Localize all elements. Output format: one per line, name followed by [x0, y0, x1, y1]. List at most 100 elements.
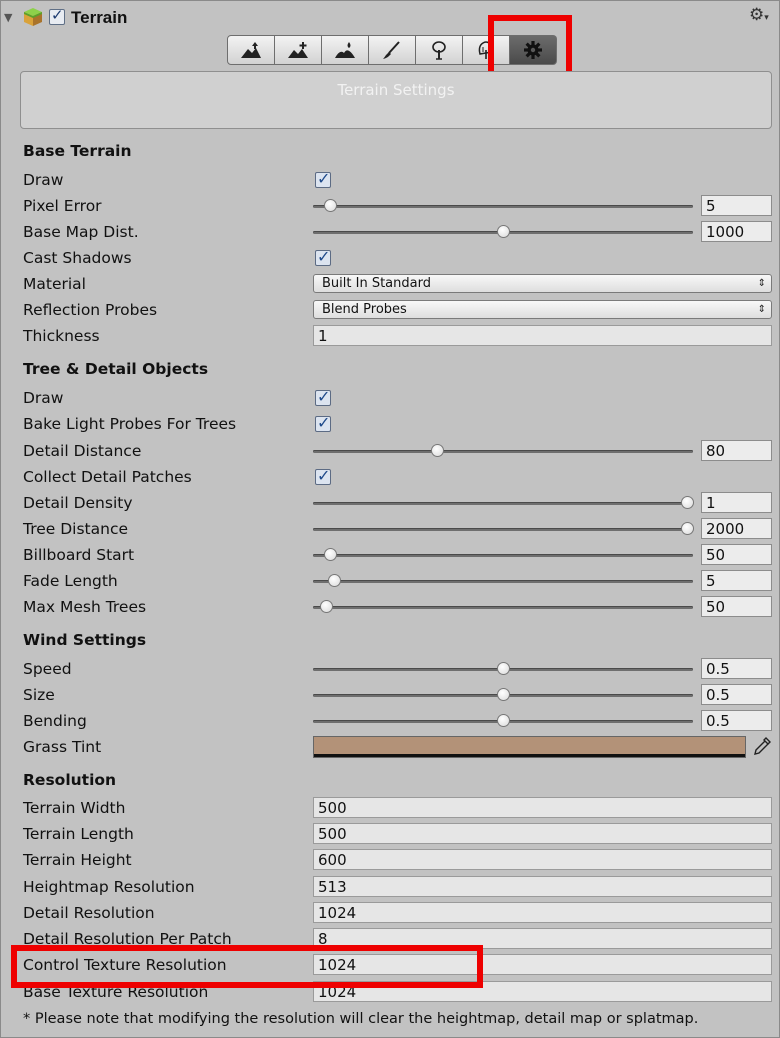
terrain-length-label: Terrain Length: [23, 825, 134, 843]
thickness-label: Thickness: [23, 327, 100, 345]
row-tree-draw: Draw: [1, 386, 780, 412]
detail-distance-slider[interactable]: [313, 439, 693, 463]
slider-thumb[interactable]: [497, 688, 510, 701]
raise-lower-terrain-icon: [241, 42, 261, 58]
wind-size-label: Size: [23, 686, 55, 704]
slider-thumb[interactable]: [497, 662, 510, 675]
draw-label: Draw: [23, 171, 64, 189]
foldout-arrow-icon[interactable]: ▼: [4, 11, 12, 24]
row-thickness: Thickness 1: [1, 324, 780, 350]
bake-light-probes-label: Bake Light Probes For Trees: [23, 415, 237, 433]
wind-size-slider[interactable]: [313, 683, 693, 707]
detail-density-field[interactable]: 1: [701, 492, 772, 513]
paint-texture-button[interactable]: [369, 35, 416, 65]
slider-thumb[interactable]: [324, 548, 338, 561]
base-map-dist-label: Base Map Dist.: [23, 223, 139, 241]
detail-density-slider[interactable]: [313, 491, 694, 515]
terrain-length-field[interactable]: 500: [313, 823, 772, 844]
place-trees-button[interactable]: [416, 35, 463, 65]
dropdown-arrow-icon: ⇕: [757, 304, 766, 315]
smooth-height-icon: [335, 42, 355, 58]
eyedropper-icon[interactable]: [751, 735, 773, 757]
base-map-dist-field[interactable]: 1000: [701, 221, 772, 242]
slider-thumb[interactable]: [497, 225, 510, 238]
detail-resolution-field[interactable]: 1024: [313, 902, 772, 923]
draw-checkbox[interactable]: [315, 169, 331, 188]
row-pixel-error: Pixel Error 5: [1, 194, 780, 220]
heightmap-resolution-label: Heightmap Resolution: [23, 878, 195, 896]
wind-bending-field[interactable]: 0.5: [701, 710, 772, 731]
row-tree-distance: Tree Distance 2000: [1, 517, 780, 543]
component-enabled-checkbox[interactable]: [49, 6, 65, 25]
wind-speed-field[interactable]: 0.5: [701, 658, 772, 679]
slider-track: [313, 450, 693, 453]
heightmap-resolution-field[interactable]: 513: [313, 876, 772, 897]
slider-thumb[interactable]: [681, 496, 694, 509]
slider-track: [313, 502, 693, 505]
slider-thumb[interactable]: [430, 444, 444, 457]
row-wind-speed: Speed 0.5: [1, 657, 780, 683]
material-dropdown[interactable]: Built In Standard ⇕: [313, 274, 772, 293]
slider-thumb[interactable]: [327, 574, 341, 587]
slider-thumb[interactable]: [681, 522, 694, 535]
fade-length-label: Fade Length: [23, 572, 118, 590]
cast-shadows-label: Cast Shadows: [23, 249, 132, 267]
row-fade-length: Fade Length 5: [1, 569, 780, 595]
wind-size-field[interactable]: 0.5: [701, 684, 772, 705]
terrain-height-field[interactable]: 600: [313, 849, 772, 870]
terrain-height-label: Terrain Height: [23, 851, 132, 869]
reflection-probes-value: Blend Probes: [322, 302, 407, 317]
tree-distance-slider[interactable]: [313, 517, 694, 541]
row-billboard-start: Billboard Start 50: [1, 543, 780, 569]
wind-bending-label: Bending: [23, 712, 87, 730]
alpha-bar: [314, 754, 745, 757]
terrain-width-field[interactable]: 500: [313, 797, 772, 818]
row-detail-distance: Detail Distance 80: [1, 439, 780, 465]
tool-info-label: Terrain Settings: [337, 81, 455, 99]
pixel-error-slider[interactable]: [313, 194, 693, 218]
slider-thumb[interactable]: [324, 199, 338, 212]
max-mesh-trees-slider[interactable]: [313, 595, 693, 619]
paint-height-icon: [288, 42, 308, 58]
reflection-probes-dropdown[interactable]: Blend Probes ⇕: [313, 300, 772, 319]
pixel-error-field[interactable]: 5: [701, 195, 772, 216]
detail-distance-label: Detail Distance: [23, 442, 142, 460]
dropdown-arrow-icon: ⇕: [757, 278, 766, 289]
tool-info-box: Terrain Settings: [20, 71, 772, 129]
fade-length-field[interactable]: 5: [701, 570, 772, 591]
row-base-map-dist: Base Map Dist. 1000: [1, 220, 780, 246]
bake-light-probes-checkbox[interactable]: [315, 413, 331, 432]
section-base-terrain: Base Terrain: [23, 142, 132, 160]
row-heightmap-resolution: Heightmap Resolution 513: [1, 875, 780, 901]
tree-distance-field[interactable]: 2000: [701, 518, 772, 539]
slider-thumb[interactable]: [320, 600, 334, 613]
slider-thumb[interactable]: [497, 714, 510, 727]
paint-height-button[interactable]: [275, 35, 322, 65]
slider-track: [313, 580, 693, 583]
thickness-field[interactable]: 1: [313, 325, 772, 346]
max-mesh-trees-field[interactable]: 50: [701, 596, 772, 617]
row-terrain-height: Terrain Height 600: [1, 848, 780, 874]
component-title: Terrain: [71, 8, 128, 27]
wind-speed-slider[interactable]: [313, 657, 693, 681]
collect-detail-patches-checkbox[interactable]: [315, 466, 331, 485]
fade-length-slider[interactable]: [313, 569, 693, 593]
billboard-start-slider[interactable]: [313, 543, 693, 567]
slider-track: [313, 554, 693, 557]
collect-detail-patches-label: Collect Detail Patches: [23, 468, 192, 486]
resolution-warning-note: * Please note that modifying the resolut…: [23, 1011, 699, 1027]
tree-distance-label: Tree Distance: [23, 520, 128, 538]
billboard-start-field[interactable]: 50: [701, 544, 772, 565]
row-collect-detail-patches: Collect Detail Patches: [1, 465, 780, 491]
smooth-height-button[interactable]: [322, 35, 369, 65]
base-map-dist-slider[interactable]: [313, 220, 693, 244]
tree-draw-checkbox[interactable]: [315, 387, 331, 406]
component-settings-gear-icon[interactable]: ⚙▾: [749, 5, 769, 25]
raise-lower-terrain-button[interactable]: [227, 35, 275, 65]
row-draw: Draw: [1, 168, 780, 194]
wind-bending-slider[interactable]: [313, 709, 693, 733]
row-max-mesh-trees: Max Mesh Trees 50: [1, 595, 780, 621]
cast-shadows-checkbox[interactable]: [315, 247, 331, 266]
grass-tint-color-field[interactable]: [313, 736, 746, 758]
detail-distance-field[interactable]: 80: [701, 440, 772, 461]
